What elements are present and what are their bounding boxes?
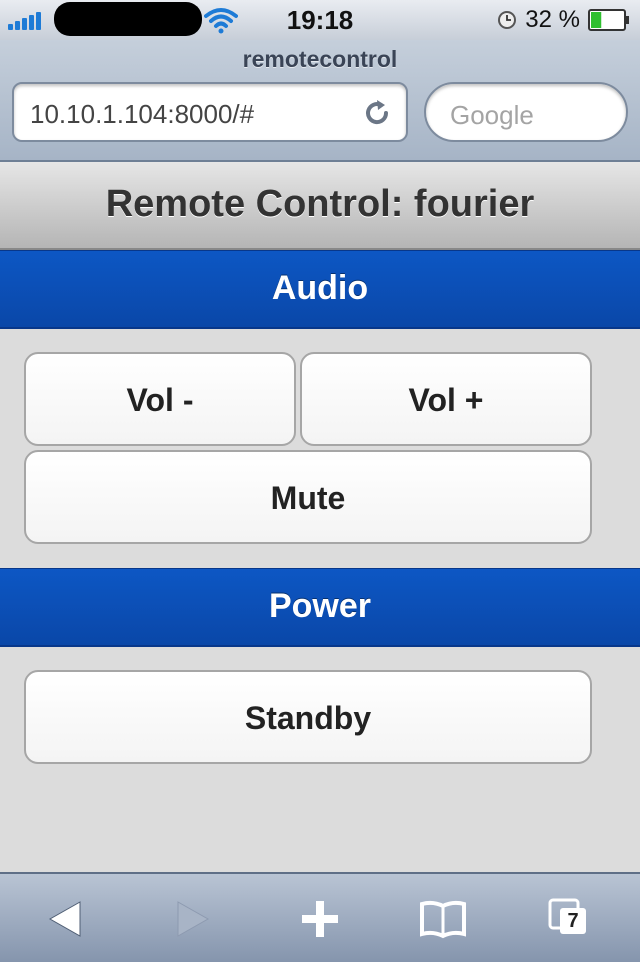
page-header: Remote Control: fourier <box>0 162 640 250</box>
vol-down-label: Vol - <box>126 382 194 418</box>
reload-icon[interactable] <box>362 98 392 128</box>
browser-header: remotecontrol 10.10.1.104:8000/# Google <box>0 40 640 162</box>
section-header-audio: Audio <box>0 250 640 329</box>
section-title-power: Power <box>268 587 372 625</box>
vol-up-label: Vol + <box>408 382 484 418</box>
standby-label: Standby <box>244 700 372 736</box>
battery-percent: 32 % <box>525 6 580 33</box>
page-title: Remote Control: fourier <box>105 183 535 225</box>
section-header-power: Power <box>0 568 640 647</box>
url-text: 10.10.1.104:8000/# <box>30 99 255 129</box>
mute-button[interactable]: Mute <box>24 450 592 544</box>
search-field[interactable]: Google <box>424 82 628 142</box>
tabs-button[interactable]: 7 <box>548 896 592 942</box>
vol-down-button[interactable]: Vol - <box>24 352 296 446</box>
browser-toolbar: 7 <box>0 872 640 962</box>
forward-icon[interactable] <box>166 896 216 942</box>
tabs-count: 7 <box>560 908 586 934</box>
add-bookmark-icon[interactable] <box>295 896 345 942</box>
standby-button[interactable]: Standby <box>24 670 592 764</box>
back-icon[interactable] <box>40 896 90 942</box>
section-title-audio: Audio <box>271 269 369 307</box>
lock-clock-icon <box>498 11 517 29</box>
page-host-title: remotecontrol <box>242 46 398 72</box>
mute-label: Mute <box>270 480 346 516</box>
search-placeholder: Google <box>450 100 534 130</box>
battery-icon <box>588 9 629 31</box>
url-field[interactable]: 10.10.1.104:8000/# <box>12 82 408 142</box>
status-bar: 19:18 32 % <box>0 0 640 40</box>
vol-up-button[interactable]: Vol + <box>300 352 592 446</box>
status-right: 32 % <box>497 6 630 33</box>
bookmarks-icon[interactable] <box>418 896 468 942</box>
